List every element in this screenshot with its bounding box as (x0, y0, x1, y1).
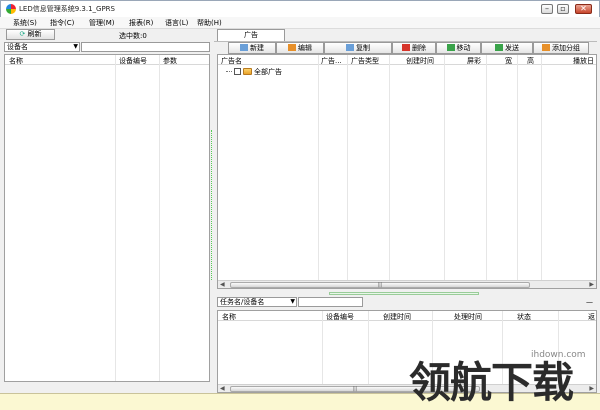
column-header-ad-name[interactable]: 广告名 (221, 56, 242, 66)
scroll-left-icon[interactable]: ◀ (220, 385, 225, 392)
menu-report[interactable]: 报表(R) (129, 18, 153, 28)
move-icon (446, 44, 455, 51)
menu-command[interactable]: 指令(C) (50, 18, 74, 28)
column-divider (159, 55, 160, 381)
task-search-input[interactable] (298, 297, 363, 307)
menu-system[interactable]: 系统(S) (13, 18, 37, 28)
delete-icon (402, 44, 410, 51)
refresh-icon: ⟳ (19, 30, 26, 38)
column-header-task-created[interactable]: 创建时间 (383, 312, 411, 322)
title-bar: LED信息管理系统9.3.1_GPRS – ▫ ✕ (0, 0, 600, 17)
device-filter-combo[interactable]: 设备名 ▼ (4, 42, 80, 52)
menu-manage[interactable]: 管理(M) (89, 18, 115, 28)
column-header-ad-type[interactable]: 广告类型 (351, 56, 379, 66)
column-divider (486, 55, 487, 288)
copy-button[interactable]: 复制 (324, 42, 392, 54)
column-header-ad-id[interactable]: 广告... (321, 56, 342, 66)
column-header-task-device-id[interactable]: 设备编号 (326, 312, 354, 322)
column-divider (347, 55, 348, 288)
grip-icon: ||| (377, 282, 383, 288)
ads-list[interactable]: 广告名 广告... 广告类型 创建时间 屏彩 宽 高 播放日 全部广告 ◀ ||… (217, 54, 597, 289)
device-filter-value: 设备名 (7, 43, 28, 51)
collapse-icon[interactable]: — (586, 298, 593, 306)
column-header-name[interactable]: 名称 (9, 56, 23, 66)
minimize-button[interactable]: – (541, 4, 553, 14)
column-header-created[interactable]: 创建时间 (406, 56, 434, 66)
chevron-down-icon: ▼ (290, 298, 295, 305)
folder-icon (243, 68, 252, 75)
edit-icon (288, 44, 296, 51)
move-button[interactable]: 移动 (436, 42, 481, 54)
scroll-left-icon[interactable]: ◀ (220, 281, 225, 288)
add-group-button[interactable]: 添加分组 (533, 42, 589, 54)
menu-help[interactable]: 帮助(H) (197, 18, 222, 28)
task-list-header: 名称 设备编号 创建时间 处理时间 状态 返 (218, 311, 596, 321)
grip-icon: ||| (352, 386, 358, 392)
device-list[interactable]: 名称 设备编号 参数 (4, 54, 210, 382)
maximize-button[interactable]: ▫ (557, 4, 569, 14)
ads-panel: 广告 新建 编辑 复制 删除 移动 发送 添加分组 广告名 广告... 广告类型… (214, 29, 597, 289)
ads-list-header: 广告名 广告... 广告类型 创建时间 屏彩 宽 高 播放日 (218, 55, 596, 65)
tree-connector (226, 71, 232, 72)
ads-horizontal-scrollbar[interactable]: ◀ ||| ▶ (218, 280, 596, 288)
device-list-header: 名称 设备编号 参数 (5, 55, 209, 65)
refresh-label: 刷新 (27, 30, 42, 38)
device-panel: ⟳ 刷新 选中数:0 设备名 ▼ 名称 设备编号 参数 (4, 29, 210, 383)
column-header-device-id[interactable]: 设备编号 (119, 56, 147, 66)
column-header-status[interactable]: 状态 (517, 312, 531, 322)
delete-label: 删除 (412, 44, 426, 52)
column-divider (322, 311, 323, 392)
delete-button[interactable]: 删除 (392, 42, 436, 54)
all-ads-checkbox[interactable] (234, 68, 241, 75)
column-header-width[interactable]: 宽 (505, 56, 512, 66)
column-header-return[interactable]: 返 (588, 312, 595, 322)
edit-button[interactable]: 编辑 (276, 42, 324, 54)
copy-icon (346, 44, 354, 51)
tree-item-label: 全部广告 (254, 68, 282, 76)
new-icon (240, 44, 248, 51)
selected-count: 选中数:0 (119, 32, 147, 40)
send-button[interactable]: 发送 (481, 42, 533, 54)
task-filter-value: 任务名/设备名 (220, 298, 265, 306)
horizontal-splitter[interactable] (329, 292, 479, 295)
column-header-processed[interactable]: 处理时间 (454, 312, 482, 322)
scroll-right-icon[interactable]: ▶ (589, 281, 594, 288)
tab-ads[interactable]: 广告 (217, 29, 285, 41)
column-header-height[interactable]: 高 (527, 56, 534, 66)
refresh-button[interactable]: ⟳ 刷新 (6, 29, 55, 40)
device-search-input[interactable] (81, 42, 210, 52)
tree-item-all-ads[interactable]: 全部广告 (226, 67, 282, 77)
column-header-params[interactable]: 参数 (163, 56, 177, 66)
add-group-label: 添加分组 (552, 44, 580, 52)
edit-label: 编辑 (298, 44, 312, 52)
close-button[interactable]: ✕ (575, 4, 592, 14)
add-group-icon (542, 44, 550, 51)
scroll-thumb[interactable]: ||| (230, 282, 530, 288)
chevron-down-icon: ▼ (73, 43, 78, 50)
copy-label: 复制 (356, 44, 370, 52)
column-divider (517, 55, 518, 288)
column-divider (368, 311, 369, 392)
new-label: 新建 (250, 44, 264, 52)
move-label: 移动 (456, 44, 471, 52)
send-label: 发送 (505, 44, 519, 52)
new-button[interactable]: 新建 (228, 42, 276, 54)
app-logo-icon (6, 4, 16, 14)
column-header-task-name[interactable]: 名称 (222, 312, 236, 322)
column-header-color[interactable]: 屏彩 (467, 56, 481, 66)
watermark-text: 领航下载 (409, 358, 574, 407)
ads-toolbar: 新建 编辑 复制 删除 移动 发送 添加分组 (214, 41, 597, 54)
menu-language[interactable]: 语言(L) (165, 18, 188, 28)
send-icon (495, 44, 503, 51)
task-filter-combo[interactable]: 任务名/设备名 ▼ (217, 297, 297, 307)
column-divider (318, 55, 319, 288)
column-header-play-date[interactable]: 播放日 (573, 56, 594, 66)
column-divider (115, 55, 116, 381)
window-title: LED信息管理系统9.3.1_GPRS (19, 5, 115, 13)
column-divider (389, 55, 390, 288)
watermark: ihdown.com 领航下载 (407, 348, 592, 406)
menu-bar: 系统(S) 指令(C) 管理(M) 报表(R) 语言(L) 帮助(H) (0, 17, 600, 29)
column-divider (444, 55, 445, 288)
column-divider (541, 55, 542, 288)
